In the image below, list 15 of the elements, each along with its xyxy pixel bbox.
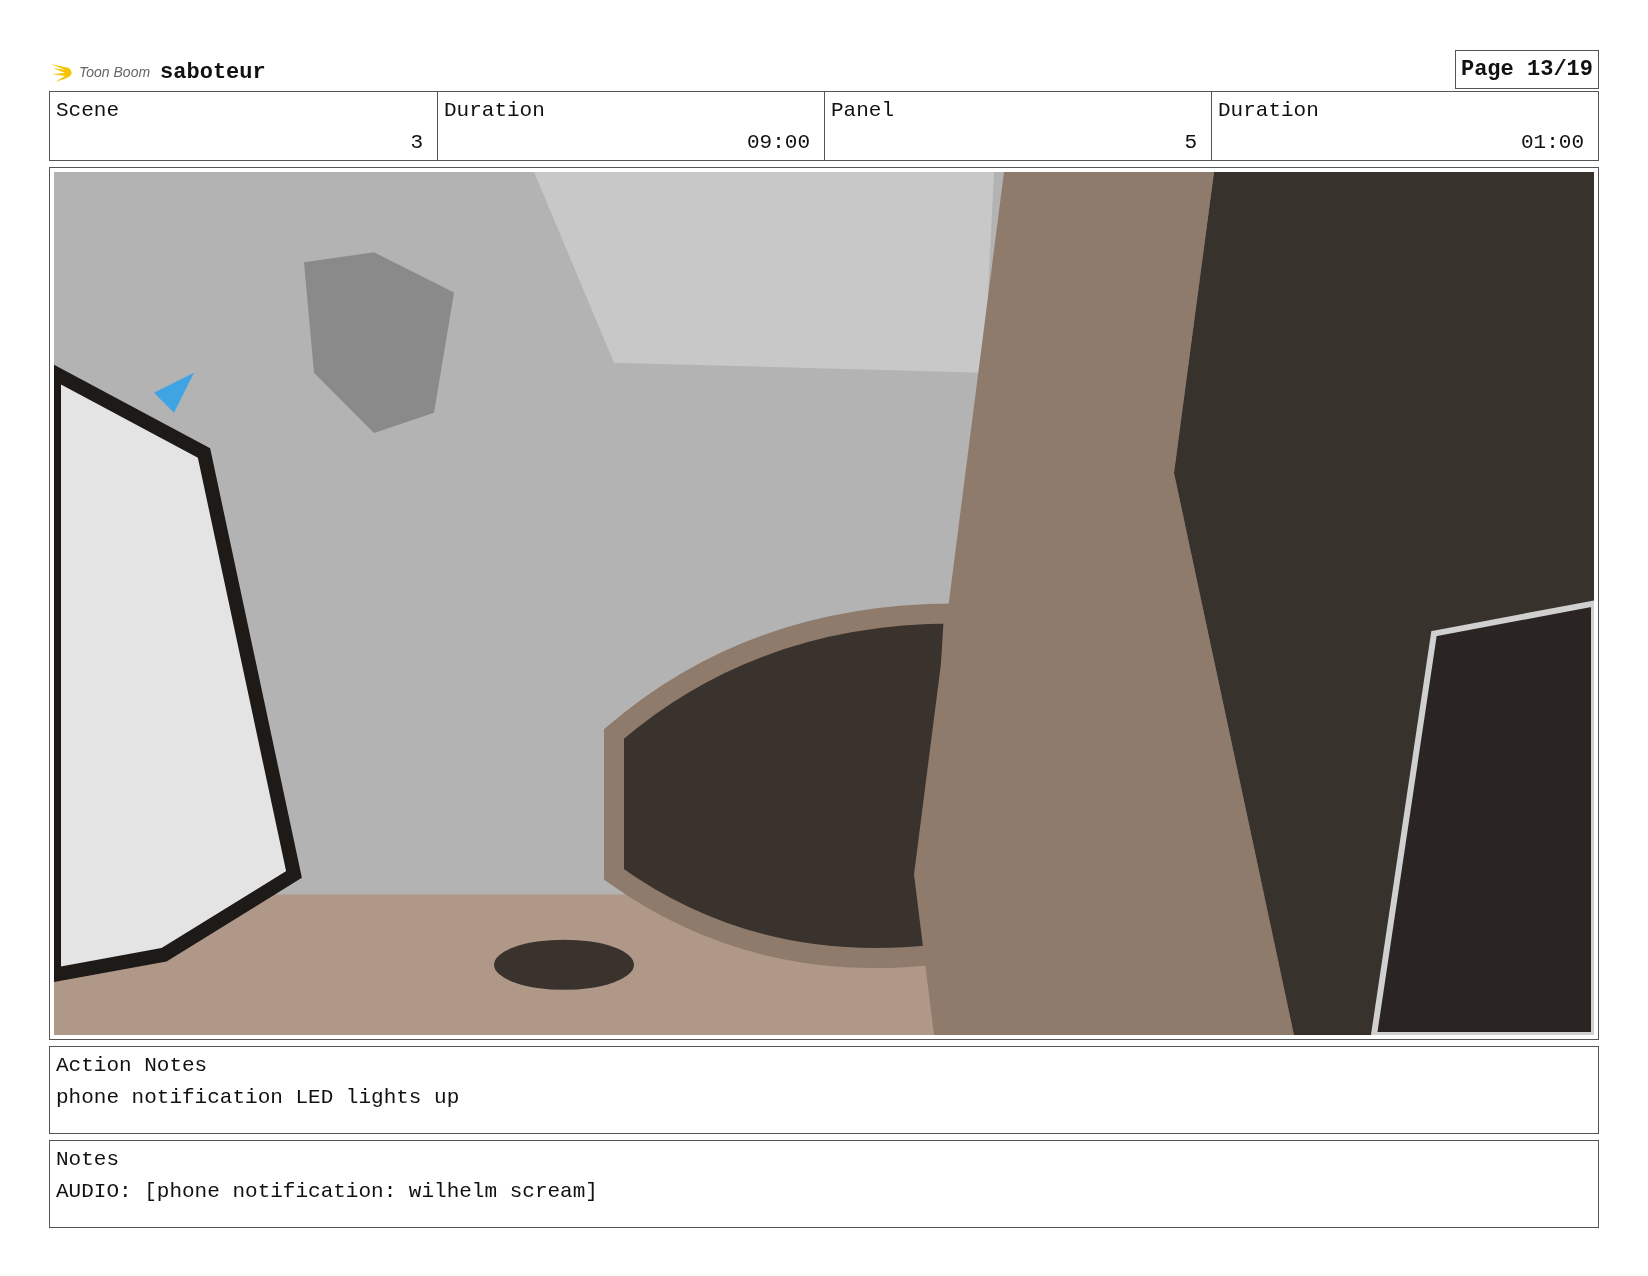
note-text: AUDIO: [phone notification: wilhelm scream] xyxy=(56,1179,599,1205)
logo-text: Toon Boom xyxy=(79,63,151,82)
section-label: Notes xyxy=(56,1147,120,1173)
field-value: 5 xyxy=(1184,129,1197,156)
field-label: Scene xyxy=(56,98,120,124)
field-label: Duration xyxy=(444,98,546,124)
field-label: Duration xyxy=(1218,98,1320,124)
section-label: Action Notes xyxy=(56,1053,209,1079)
field-value: 09:00 xyxy=(747,129,810,156)
field-value: 01:00 xyxy=(1521,129,1584,156)
field-value: 3 xyxy=(410,129,423,156)
note-text: phone notification LED lights up xyxy=(56,1085,461,1111)
field-label: Panel xyxy=(831,98,895,124)
page-number: Page 13/19 xyxy=(1454,50,1599,89)
title: saboteur xyxy=(160,59,266,87)
